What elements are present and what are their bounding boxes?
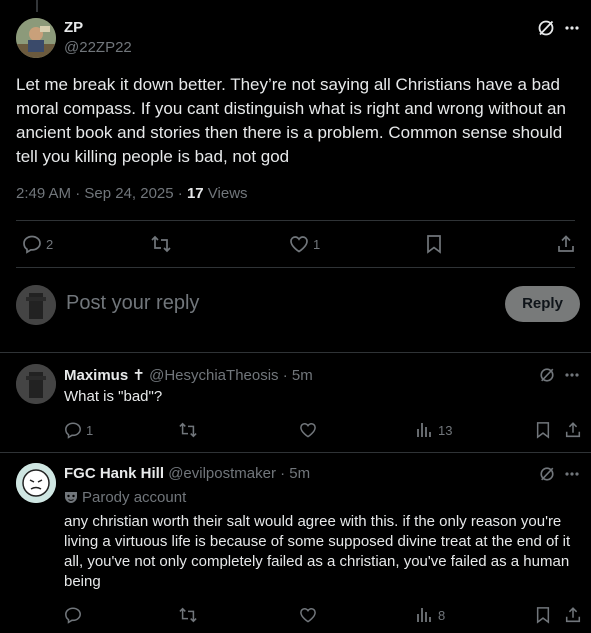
reply-button[interactable]: Reply: [505, 286, 580, 322]
reply-icon[interactable]: [22, 234, 42, 254]
author-name[interactable]: ZP: [64, 19, 83, 36]
reply-icon[interactable]: [64, 606, 82, 624]
like-icon[interactable]: [289, 235, 309, 253]
author-name[interactable]: FGC Hank Hill: [64, 465, 164, 482]
views-icon[interactable]: [416, 606, 432, 623]
avatar[interactable]: [16, 18, 56, 58]
divider: [0, 352, 591, 353]
avatar-image: [16, 18, 56, 58]
user-avatar[interactable]: [16, 285, 56, 325]
bookmark-icon[interactable]: [425, 234, 443, 254]
divider: [16, 220, 575, 221]
reply-header: FGC Hank Hill @evilpostmaker · 5m: [64, 465, 310, 482]
parody-mask-icon: [64, 490, 78, 504]
views-label: Views: [203, 185, 248, 202]
author-handle[interactable]: @HesychiaTheosis · 5m: [149, 367, 313, 384]
post-timestamp[interactable]: 2:49 AM · Sep 24, 2025 ·: [16, 185, 187, 202]
author-handle[interactable]: @22ZP22: [64, 39, 132, 56]
views-count: 8: [438, 608, 446, 623]
post-meta: 2:49 AM · Sep 24, 2025 · 17 Views: [16, 185, 248, 202]
like-icon[interactable]: [299, 422, 317, 438]
repost-icon[interactable]: [150, 234, 172, 254]
author-name[interactable]: Maximus ✝: [64, 367, 145, 384]
avatar[interactable]: [16, 364, 56, 404]
share-icon[interactable]: [564, 421, 582, 439]
repost-icon[interactable]: [178, 606, 198, 624]
reply-input[interactable]: Post your reply: [66, 292, 199, 315]
more-options-icon[interactable]: [565, 472, 579, 476]
share-icon[interactable]: [564, 606, 582, 624]
divider: [16, 267, 575, 268]
more-options-icon[interactable]: [565, 26, 579, 30]
grok-icon[interactable]: [537, 19, 555, 37]
grok-icon[interactable]: [539, 466, 555, 482]
reply-text: any christian worth their salt would agr…: [64, 513, 571, 590]
reply-header: Maximus ✝ @HesychiaTheosis · 5m: [64, 366, 313, 384]
more-options-icon[interactable]: [565, 373, 579, 377]
like-icon[interactable]: [299, 607, 317, 623]
bookmark-icon[interactable]: [535, 421, 551, 439]
views-count: 13: [438, 423, 453, 438]
reply-count: 1: [86, 423, 94, 438]
reply-text: What is "bad"?: [64, 388, 163, 405]
thread-connector-line: [36, 0, 38, 12]
parody-label-text: Parody account: [82, 489, 187, 506]
parody-label: Parody account: [64, 489, 186, 506]
like-count: 1: [313, 237, 321, 252]
author-handle[interactable]: @evilpostmaker · 5m: [168, 465, 310, 482]
divider: [0, 452, 591, 453]
repost-icon[interactable]: [178, 421, 198, 439]
grok-icon[interactable]: [539, 367, 555, 383]
views-count[interactable]: 17: [187, 185, 204, 202]
reply-icon[interactable]: [64, 421, 82, 439]
views-icon[interactable]: [416, 421, 432, 438]
avatar[interactable]: [16, 463, 56, 503]
reply-count: 2: [46, 237, 54, 252]
share-icon[interactable]: [556, 234, 576, 254]
post-text: Let me break it down better. They’re not…: [16, 75, 566, 166]
bookmark-icon[interactable]: [535, 606, 551, 624]
